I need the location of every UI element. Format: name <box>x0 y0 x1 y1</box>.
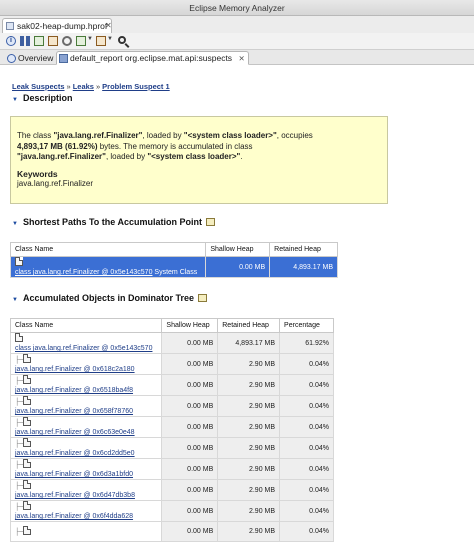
chevron-down-icon[interactable]: ▼ <box>107 36 113 46</box>
view-tab-bar: Overview default_report org.eclipse.mat.… <box>0 50 474 65</box>
dominator-tree-icon[interactable] <box>34 36 44 46</box>
object-link[interactable]: java.lang.ref.Finalizer @ 0x6cd2dd5e0 <box>15 450 135 457</box>
file-tab[interactable]: sak02-heap-dump.hprof ✕ <box>2 18 112 33</box>
description-box: The class "java.lang.ref.Finalizer", loa… <box>10 116 388 204</box>
description-text: The class "java.lang.ref.Finalizer", loa… <box>17 131 313 161</box>
column-header[interactable]: Shallow Heap <box>161 318 219 333</box>
description-heading[interactable]: ▼ Description <box>12 93 72 103</box>
toolbar: i ▼ ▼ <box>0 33 474 50</box>
column-header[interactable]: Class Name <box>9 318 163 333</box>
dominator-table: Class Name Shallow Heap Retained Heap Pe… <box>9 318 334 542</box>
object-icon <box>23 396 32 405</box>
shortest-paths-table: Class Name Shallow Heap Retained Heap cl… <box>9 242 338 278</box>
class-object-icon <box>15 257 23 266</box>
heap-dump-file-icon <box>6 22 14 30</box>
object-link[interactable]: java.lang.ref.Finalizer @ 0x658f78760 <box>15 408 133 415</box>
breadcrumb-problem-suspect-1[interactable]: Problem Suspect 1 <box>102 82 170 91</box>
open-in-query-icon[interactable] <box>205 218 215 226</box>
table-row[interactable]: ├─ java.lang.ref.Finalizer @ 0x6d47db3b8 … <box>9 479 334 501</box>
object-link[interactable]: java.lang.ref.Finalizer @ 0x6f4dda628 <box>15 513 133 520</box>
table-row[interactable]: ├─ java.lang.ref.Finalizer @ 0x6c63e0e48 … <box>9 416 334 438</box>
object-icon <box>23 417 32 426</box>
editor-tab-bar: sak02-heap-dump.hprof ✕ <box>0 16 474 33</box>
close-icon[interactable]: ✕ <box>238 54 244 63</box>
object-icon <box>23 501 32 510</box>
query-icon[interactable] <box>48 36 58 46</box>
histogram-icon[interactable] <box>20 36 30 46</box>
open-in-query-icon[interactable] <box>198 294 207 302</box>
chevron-down-icon[interactable]: ▼ <box>87 36 93 46</box>
object-link[interactable]: java.lang.ref.Finalizer @ 0x6d3a1bfd0 <box>15 471 133 478</box>
object-link[interactable]: java.lang.ref.Finalizer @ 0x6d47db3b8 <box>15 492 135 499</box>
class-link[interactable]: class java.lang.ref.Finalizer @ 0x5e143c… <box>15 269 152 276</box>
object-link[interactable]: java.lang.ref.Finalizer @ 0x6c63e0e48 <box>15 429 135 436</box>
file-tab-label: sak02-heap-dump.hprof <box>17 21 108 31</box>
run-report-icon[interactable] <box>76 36 86 46</box>
object-icon <box>23 354 32 363</box>
collapse-triangle-icon[interactable]: ▼ <box>12 297 18 303</box>
object-icon <box>23 438 32 447</box>
column-header[interactable]: Retained Heap <box>217 318 281 333</box>
class-object-icon <box>15 333 23 342</box>
search-icon[interactable] <box>118 36 126 44</box>
breadcrumb-leaks[interactable]: Leaks <box>73 82 94 91</box>
tab-overview[interactable]: Overview <box>4 51 57 65</box>
report-content: Leak Suspects» Leaks» Problem Suspect 1 ▼ D… <box>0 66 474 549</box>
shortest-paths-heading[interactable]: ▼ Shortest Paths To the Accumulation Poin… <box>12 217 215 227</box>
object-icon <box>23 480 32 489</box>
tab-default-report-label: default_report org.eclipse.mat.api:suspe… <box>70 53 233 63</box>
breadcrumb: Leak Suspects» Leaks» Problem Suspect 1 <box>12 82 170 91</box>
table-row[interactable]: ├─ java.lang.ref.Finalizer @ 0x618c2a180 … <box>9 353 334 375</box>
table-row[interactable]: ├─ java.lang.ref.Finalizer @ 0x6f4dda628 … <box>9 500 334 522</box>
collapse-triangle-icon[interactable]: ▼ <box>12 221 18 227</box>
dominator-tree-heading[interactable]: ▼ Accumulated Objects in Dominator Tree <box>12 293 207 303</box>
column-header[interactable]: Shallow Heap <box>205 242 271 257</box>
object-link[interactable]: java.lang.ref.Finalizer @ 0x6518ba4f8 <box>15 387 133 394</box>
gear-icon[interactable] <box>62 36 72 46</box>
column-header[interactable]: Percentage <box>279 318 334 333</box>
table-row[interactable]: class java.lang.ref.Finalizer @ 0x5e143c… <box>9 332 334 354</box>
object-link[interactable]: java.lang.ref.Finalizer @ 0x618c2a180 <box>15 366 135 373</box>
tab-default-report[interactable]: default_report org.eclipse.mat.api:suspe… <box>56 51 249 65</box>
heap-objects-icon[interactable] <box>96 36 106 46</box>
info-icon <box>7 54 16 63</box>
table-row[interactable]: ├─ java.lang.ref.Finalizer @ 0x658f78760 … <box>9 395 334 417</box>
column-header[interactable]: Class Name <box>9 242 207 257</box>
close-icon[interactable]: ✕ <box>105 19 112 33</box>
collapse-triangle-icon[interactable]: ▼ <box>12 97 18 103</box>
object-icon <box>23 526 32 535</box>
tab-overview-label: Overview <box>18 53 54 63</box>
keywords-value: java.lang.ref.Finalizer <box>17 179 94 188</box>
window-title: Eclipse Memory Analyzer <box>0 0 474 16</box>
object-icon <box>23 459 32 468</box>
report-icon <box>59 54 68 63</box>
table-row[interactable]: ├─ java.lang.ref.Finalizer @ 0x6d3a1bfd0 … <box>9 458 334 480</box>
table-row[interactable]: ├─ java.lang.ref.Finalizer @ 0x6cd2dd5e0 … <box>9 437 334 459</box>
table-row[interactable]: ├─ java.lang.ref.Finalizer @ 0x6518ba4f8 … <box>9 374 334 396</box>
keywords-title: Keywords <box>17 168 58 179</box>
object-link[interactable]: class java.lang.ref.Finalizer @ 0x5e143c… <box>15 345 152 352</box>
info-icon[interactable]: i <box>6 36 16 46</box>
object-icon <box>23 375 32 384</box>
table-row[interactable]: ├─ 0.00 MB 2.90 MB 0.04% <box>9 521 334 542</box>
breadcrumb-leak-suspects[interactable]: Leak Suspects <box>12 82 65 91</box>
table-row[interactable]: class java.lang.ref.Finalizer @ 0x5e143c… <box>9 256 338 278</box>
column-header[interactable]: Retained Heap <box>269 242 338 257</box>
